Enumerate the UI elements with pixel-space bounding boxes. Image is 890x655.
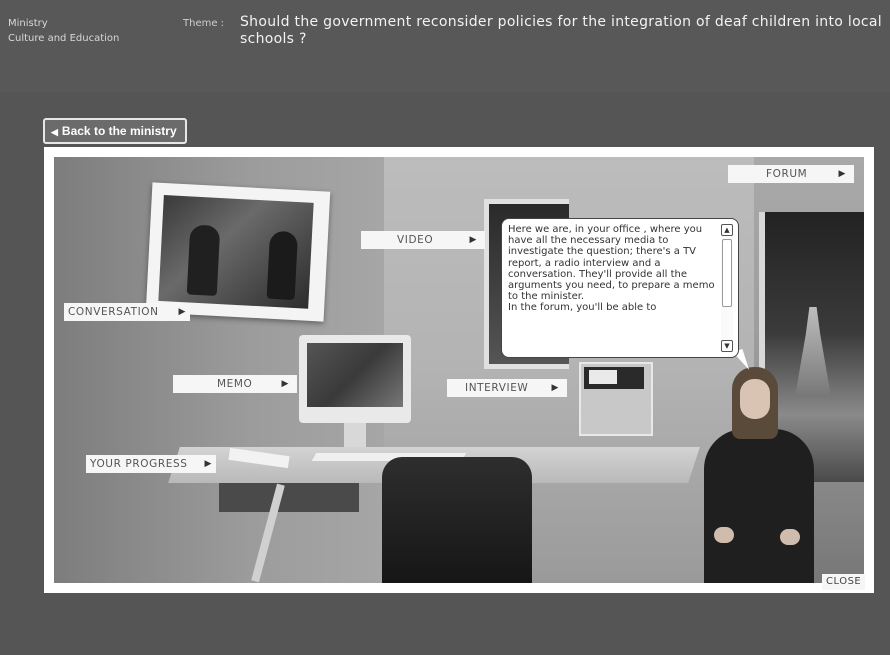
sign-language-presenter — [694, 367, 824, 583]
office-chair — [382, 457, 532, 583]
scroll-thumb[interactable] — [722, 239, 732, 307]
nav-interview[interactable]: INTERVIEW ▶ — [447, 379, 567, 397]
back-button-label: Back to the ministry — [61, 124, 177, 138]
computer-stand — [344, 423, 366, 447]
nav-conversation[interactable]: CONVERSATION ▶ — [64, 303, 190, 321]
nav-interview-label: INTERVIEW — [465, 382, 529, 394]
nav-conversation-label: CONVERSATION — [68, 306, 159, 318]
nav-your-progress-label: YOUR PROGRESS — [90, 458, 188, 470]
play-arrow-icon: ▶ — [838, 169, 846, 179]
presenter-hand-right — [780, 529, 800, 545]
presenter-hand-left — [714, 527, 734, 543]
play-arrow-icon: ▶ — [551, 383, 559, 393]
nav-forum-label: FORUM — [766, 168, 808, 180]
conversation-photo-image — [158, 195, 314, 309]
person-left — [186, 224, 221, 296]
ministry-name: Culture and Education — [8, 33, 120, 44]
speech-bubble-text: Here we are, in your office , where you … — [508, 224, 715, 314]
speech-bubble: Here we are, in your office , where you … — [501, 218, 739, 358]
nav-video[interactable]: VIDEO ▶ — [361, 231, 485, 249]
close-button[interactable]: CLOSE — [822, 574, 866, 590]
theme-label: Theme : — [183, 18, 225, 29]
conversation-photo[interactable] — [145, 182, 331, 322]
computer-screen — [307, 343, 403, 407]
speech-scrollbar[interactable]: ▲ ▼ — [721, 224, 733, 352]
nav-memo[interactable]: MEMO ▶ — [173, 375, 297, 393]
ministry-label: Ministry — [8, 18, 48, 29]
scroll-down-icon[interactable]: ▼ — [721, 340, 733, 352]
play-arrow-icon: ▶ — [178, 307, 186, 317]
theme-question: Should the government reconsider policie… — [240, 14, 883, 47]
nav-forum[interactable]: FORUM ▶ — [728, 165, 854, 183]
memo-computer[interactable] — [299, 335, 411, 423]
radio-logo — [589, 370, 617, 384]
nav-memo-label: MEMO — [217, 378, 253, 390]
nav-your-progress[interactable]: YOUR PROGRESS ▶ — [86, 455, 216, 473]
play-arrow-icon: ▶ — [281, 379, 289, 389]
person-right — [266, 230, 299, 301]
presenter-face — [740, 379, 770, 419]
play-arrow-icon: ▶ — [469, 235, 477, 245]
header-bar: Ministry Culture and Education Theme : S… — [0, 0, 890, 92]
triangle-left-icon: ◀ — [51, 127, 58, 137]
office-scene-frame: FORUM ▶ VIDEO ▶ CONVERSATION ▶ MEMO ▶ IN… — [44, 147, 874, 593]
play-arrow-icon: ▶ — [204, 459, 212, 469]
scroll-up-icon[interactable]: ▲ — [721, 224, 733, 236]
nav-video-label: VIDEO — [397, 234, 434, 246]
radio-display — [584, 367, 644, 389]
back-to-ministry-button[interactable]: ◀ Back to the ministry — [43, 118, 187, 144]
presenter-body — [704, 429, 814, 583]
